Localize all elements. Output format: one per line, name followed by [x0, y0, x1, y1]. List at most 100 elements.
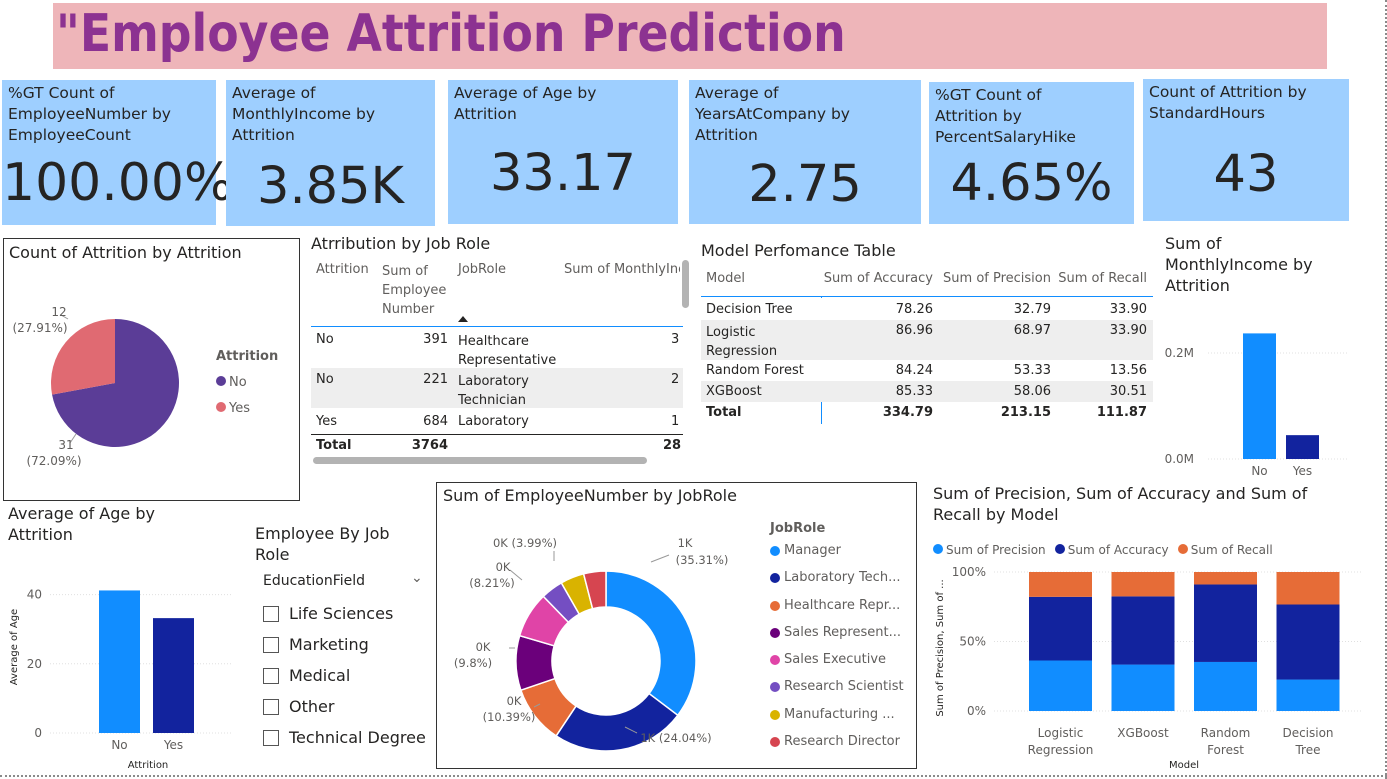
cell-attrition: No	[316, 372, 334, 387]
bar-segment-precision[interactable]	[1029, 660, 1092, 711]
col-header-jobrole[interactable]: JobRole	[458, 262, 506, 277]
checkbox[interactable]	[263, 636, 279, 653]
slicer-item-other[interactable]: Other	[263, 691, 433, 722]
header-divider	[701, 296, 1153, 297]
donut-legend-item[interactable]: Research Scientist	[770, 679, 915, 706]
stacked-bar-chart[interactable]: 100% 50% 0% Sum of Precision, Sum of ... Log…	[928, 560, 1368, 775]
legend-item-accuracy[interactable]: Sum of Accuracy	[1054, 539, 1169, 558]
kpi-card-age[interactable]: Average of Age by Attrition 33.17	[448, 80, 678, 224]
bar-segment-accuracy[interactable]	[1029, 596, 1092, 661]
chevron-down-icon[interactable]: ⌄	[411, 570, 423, 586]
legend-dot-icon	[770, 682, 780, 693]
cell-model: Random Forest	[706, 363, 804, 378]
horizontal-scrollbar[interactable]	[313, 457, 647, 464]
bar-segment-recall[interactable]	[1194, 572, 1257, 585]
col-header-recall[interactable]: Sum of Recall	[1055, 271, 1147, 286]
checkbox[interactable]	[263, 698, 279, 715]
bar-segment-accuracy[interactable]	[1111, 596, 1175, 665]
kpi-card-years-at-company[interactable]: Average of YearsAtCompany by Attrition 2…	[689, 80, 921, 224]
slicer-item-marketing[interactable]: Marketing	[263, 629, 433, 660]
kpi-card-salary-hike[interactable]: %GT Count of Attrition by PercentSalaryH…	[929, 82, 1134, 224]
col-header-monthly-income[interactable]: Sum of MonthlyInc	[564, 262, 680, 277]
table-row[interactable]: Random Forest 84.24 53.33 13.56	[701, 360, 1153, 381]
checkbox[interactable]	[263, 605, 279, 622]
kpi-value: 3.85K	[257, 157, 404, 216]
donut-legend-item[interactable]: Research Director	[770, 734, 915, 761]
slicer-item-medical[interactable]: Medical	[263, 660, 433, 691]
slicer-item-label: Life Sciences	[289, 604, 394, 623]
bar-yes[interactable]	[153, 618, 194, 733]
donut-legend-item[interactable]: Healthcare Repr...	[770, 598, 915, 625]
bar-segment-accuracy[interactable]	[1194, 584, 1257, 662]
donut-slice[interactable]	[605, 570, 697, 717]
vertical-scrollbar[interactable]	[682, 260, 689, 308]
y-tick-label: 0.2M	[1165, 346, 1194, 360]
legend-label: Research Director	[784, 734, 900, 750]
bar-segment-accuracy[interactable]	[1276, 604, 1340, 680]
pie-legend-item-no[interactable]: No	[216, 371, 247, 390]
pie-legend-item-yes[interactable]: Yes	[216, 397, 250, 416]
y-axis-label: Average of Age	[9, 609, 20, 685]
age-bar-chart[interactable]: 40 20 0 No Yes Average of Age Attrition	[2, 560, 237, 775]
x-tick-label: Tree	[1294, 743, 1320, 757]
table-row[interactable]: Yes 684 Laboratory 1	[311, 408, 683, 434]
slicer-item-life-sciences[interactable]: Life Sciences	[263, 598, 433, 629]
legend-item-recall[interactable]: Sum of Recall	[1177, 539, 1273, 558]
x-axis-label: Model	[1169, 760, 1199, 771]
donut-chart[interactable]: 1K (35.31%) 1K (24.04%) 0K (10.39%) 0K (9.8%) 0…	[437, 483, 757, 770]
legend-item-precision[interactable]: Sum of Precision	[933, 539, 1046, 558]
table-row[interactable]: XGBoost 85.33 58.06 30.51	[701, 381, 1153, 402]
bar-no[interactable]	[99, 590, 140, 733]
bar-segment-precision[interactable]	[1276, 679, 1340, 711]
legend-dot-icon	[770, 546, 780, 556]
donut-chart-panel[interactable]: Sum of EmployeeNumber by JobRole 1K (35.3…	[436, 482, 917, 769]
checkbox[interactable]	[263, 729, 279, 746]
model-table[interactable]: Model Sum of Accuracy Sum of Precision S…	[701, 266, 1156, 426]
col-header-model[interactable]: Model	[706, 271, 745, 286]
col-header-sum-employee[interactable]: Sum of Employee Number	[382, 262, 450, 319]
kpi-card-standard-hours[interactable]: Count of Attrition by StandardHours 43	[1143, 79, 1349, 221]
cell-model: Logistic Regression	[706, 325, 778, 359]
kpi-value: 4.65%	[950, 154, 1113, 213]
col-header-accuracy[interactable]: Sum of Accuracy	[821, 271, 933, 286]
slicer-item-technical-degree[interactable]: Technical Degree	[263, 722, 433, 753]
donut-legend-item[interactable]: Sales Executive	[770, 652, 915, 679]
donut-legend-item[interactable]: Manager	[770, 543, 915, 570]
kpi-label: Average of Age by Attrition	[454, 84, 597, 123]
kpi-card-employee-count[interactable]: %GT Count of EmployeeNumber by EmployeeC…	[2, 80, 233, 225]
bar-segment-precision[interactable]	[1111, 664, 1175, 711]
income-bar-chart[interactable]: 0.2M 0.0M No Yes	[1160, 300, 1350, 490]
y-tick-label: 0.0M	[1165, 452, 1194, 466]
table-row[interactable]: Logistic Regression 86.96 68.97 33.90	[701, 320, 1153, 360]
bar-yes[interactable]	[1286, 435, 1319, 459]
table-row[interactable]: Decision Tree 78.26 32.79 33.90	[701, 298, 1153, 320]
table-row[interactable]: No 221 Laboratory Technician 2	[311, 368, 683, 408]
bar-segment-recall[interactable]	[1029, 572, 1092, 597]
col-header-attrition[interactable]: Attrition	[316, 262, 369, 277]
pie-chart[interactable]: 31 (72.09%) 12 (27.91%)	[4, 239, 301, 502]
donut-legend-item[interactable]: Manufacturing ...	[770, 707, 915, 734]
bar-no[interactable]	[1243, 333, 1276, 459]
x-tick-label: Yes	[163, 738, 183, 752]
kpi-value: 33.17	[489, 144, 636, 203]
kpi-label: Count of Attrition by StandardHours	[1149, 83, 1307, 122]
legend-dot-icon	[216, 376, 226, 386]
table-row[interactable]: No 391 Healthcare Representative 3	[311, 328, 683, 368]
checkbox[interactable]	[263, 667, 279, 684]
bar-segment-recall[interactable]	[1111, 572, 1175, 597]
jobrole-table[interactable]: Attrition Sum of Employee Number JobRole…	[311, 258, 689, 468]
cell-attrition: Yes	[316, 414, 337, 429]
y-tick-label: 50%	[959, 635, 986, 649]
slicer-header[interactable]: EducationField ⌄	[263, 570, 425, 590]
pie-chart-panel[interactable]: Count of Attrition by Attrition 31 (72.09…	[3, 238, 300, 501]
bar-segment-recall[interactable]	[1276, 572, 1340, 605]
x-tick-label: Yes	[1292, 464, 1312, 478]
cell-precision: 58.06	[1013, 384, 1051, 399]
cell-accuracy: 78.26	[895, 302, 933, 317]
donut-legend-item[interactable]: Laboratory Tech...	[770, 570, 915, 597]
bar-segment-precision[interactable]	[1194, 661, 1257, 711]
kpi-card-monthly-income[interactable]: Average of MonthlyIncome by Attrition 3.…	[226, 80, 435, 226]
donut-legend-item[interactable]: Sales Represent...	[770, 625, 915, 652]
col-header-precision[interactable]: Sum of Precision	[939, 271, 1051, 286]
x-tick-label: XGBoost	[1117, 726, 1169, 740]
